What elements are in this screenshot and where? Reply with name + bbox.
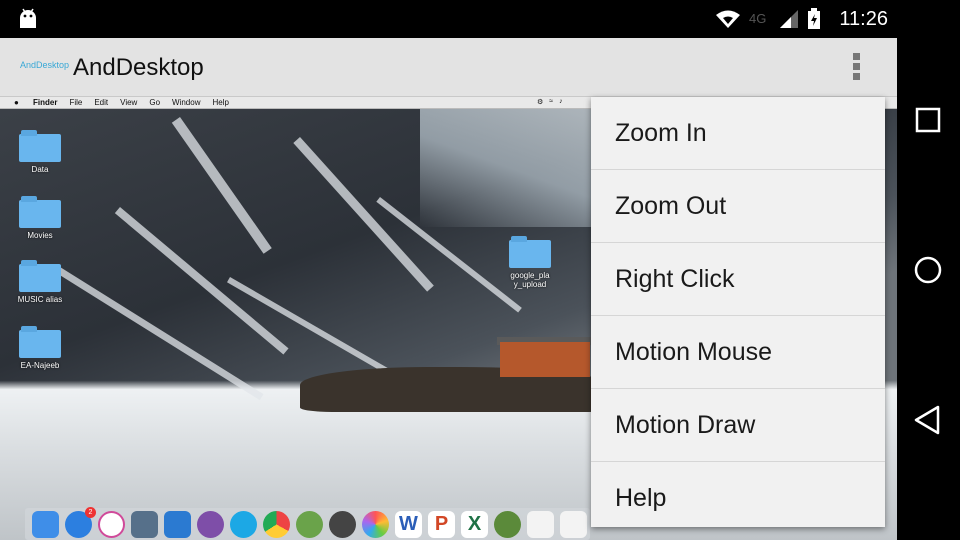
desktop-folder-music-alias[interactable]: MUSIC alias <box>10 260 70 304</box>
folder-label: google_pla y_upload <box>510 271 550 289</box>
tray-sync-icon[interactable]: ⚙ <box>537 98 543 106</box>
overflow-menu: Zoom In Zoom Out Right Click Motion Mous… <box>591 97 885 527</box>
menu-item-zoom-in[interactable]: Zoom In <box>591 97 885 170</box>
menu-item-label: Motion Mouse <box>615 338 773 366</box>
screen: 4G 11:26 AndDesktop AndDesktop ● Finder … <box>0 0 960 540</box>
menu-edit[interactable]: Edit <box>94 98 108 107</box>
wallpaper-snow-streak <box>56 267 264 401</box>
android-icon <box>20 8 36 28</box>
desktop-folder-ea-najeeb[interactable]: EA-Najeeb <box>10 326 70 370</box>
menu-view[interactable]: View <box>120 98 137 107</box>
app-bar: AndDesktop AndDesktop <box>0 38 897 97</box>
menu-window[interactable]: Window <box>172 98 200 107</box>
menu-item-label: Help <box>615 484 667 512</box>
back-icon[interactable] <box>910 402 946 438</box>
signal-icon <box>780 10 799 28</box>
folder-icon <box>19 130 61 162</box>
desktop-folder-movies[interactable]: Movies <box>10 196 70 240</box>
minecraft-icon[interactable] <box>494 510 521 538</box>
wifi-icon <box>716 10 741 28</box>
nav-bar <box>897 38 960 540</box>
menu-item-label: Right Click <box>615 265 735 293</box>
app-logo: AndDesktop <box>20 60 70 70</box>
finder-icon[interactable] <box>32 510 59 538</box>
folder-icon <box>19 196 61 228</box>
excel-icon[interactable]: X <box>461 510 488 538</box>
java2-icon[interactable] <box>560 510 587 538</box>
menu-finder[interactable]: Finder <box>33 98 57 107</box>
folder-label: Movies <box>27 231 53 240</box>
menu-item-label: Motion Draw <box>615 411 756 439</box>
viber-icon[interactable] <box>197 510 224 538</box>
desktop-folder-data[interactable]: Data <box>10 130 70 174</box>
battery-icon <box>808 8 821 29</box>
menu-go[interactable]: Go <box>149 98 160 107</box>
menu-item-motion-mouse[interactable]: Motion Mouse <box>591 316 885 389</box>
svg-text:4G: 4G <box>749 11 766 26</box>
app-store-icon[interactable]: 2 <box>65 506 96 538</box>
folder-label: Data <box>31 165 49 174</box>
tray-volume-icon[interactable]: ♪ <box>559 98 563 106</box>
desktop-folder-google-play-upload[interactable]: google_pla y_upload <box>500 236 560 289</box>
more-vert-icon[interactable] <box>846 50 866 86</box>
folder-icon <box>509 236 551 268</box>
skype-icon[interactable] <box>230 510 257 538</box>
chrome-icon[interactable] <box>263 510 290 538</box>
menu-item-motion-draw[interactable]: Motion Draw <box>591 389 885 462</box>
java-icon[interactable] <box>527 510 554 538</box>
activity-monitor-icon[interactable] <box>329 510 356 538</box>
folder-icon <box>19 260 61 292</box>
wallpaper-snow-streak <box>171 117 272 254</box>
menu-item-label: Zoom In <box>615 119 707 147</box>
menu-item-help[interactable]: Help <box>591 462 885 535</box>
apple-icon[interactable]: ● <box>14 98 19 107</box>
preview-icon[interactable] <box>131 510 158 538</box>
menu-item-zoom-out[interactable]: Zoom Out <box>591 170 885 243</box>
menu-help[interactable]: Help <box>212 98 228 107</box>
recents-icon[interactable] <box>910 102 946 138</box>
wallpaper-hut <box>500 342 590 377</box>
powerpoint-icon[interactable]: P <box>428 510 455 538</box>
wallpaper-snow-streak <box>114 207 289 355</box>
tray-wifi-icon[interactable]: ≈ <box>549 98 553 106</box>
folder-label: EA-Najeeb <box>20 361 60 370</box>
wallpaper-snow-streak <box>293 137 434 292</box>
home-icon[interactable] <box>910 252 946 288</box>
photos-icon[interactable] <box>362 510 389 538</box>
mail-icon[interactable] <box>164 510 191 538</box>
notification-badge: 2 <box>85 506 96 518</box>
folder-icon <box>19 326 61 358</box>
android-studio-icon[interactable] <box>296 510 323 538</box>
app-title: AndDesktop <box>73 54 204 81</box>
word-icon[interactable]: W <box>395 510 422 538</box>
status-bar: 4G 11:26 <box>0 0 960 38</box>
mac-dock: 2 W P X <box>25 506 590 540</box>
network-4g-icon: 4G <box>749 11 766 26</box>
menu-item-label: Zoom Out <box>615 192 727 220</box>
itunes-icon[interactable] <box>98 510 125 538</box>
menu-item-right-click[interactable]: Right Click <box>591 243 885 316</box>
menu-file[interactable]: File <box>69 98 82 107</box>
folder-label: MUSIC alias <box>17 295 63 304</box>
clock: 11:26 <box>839 7 888 30</box>
